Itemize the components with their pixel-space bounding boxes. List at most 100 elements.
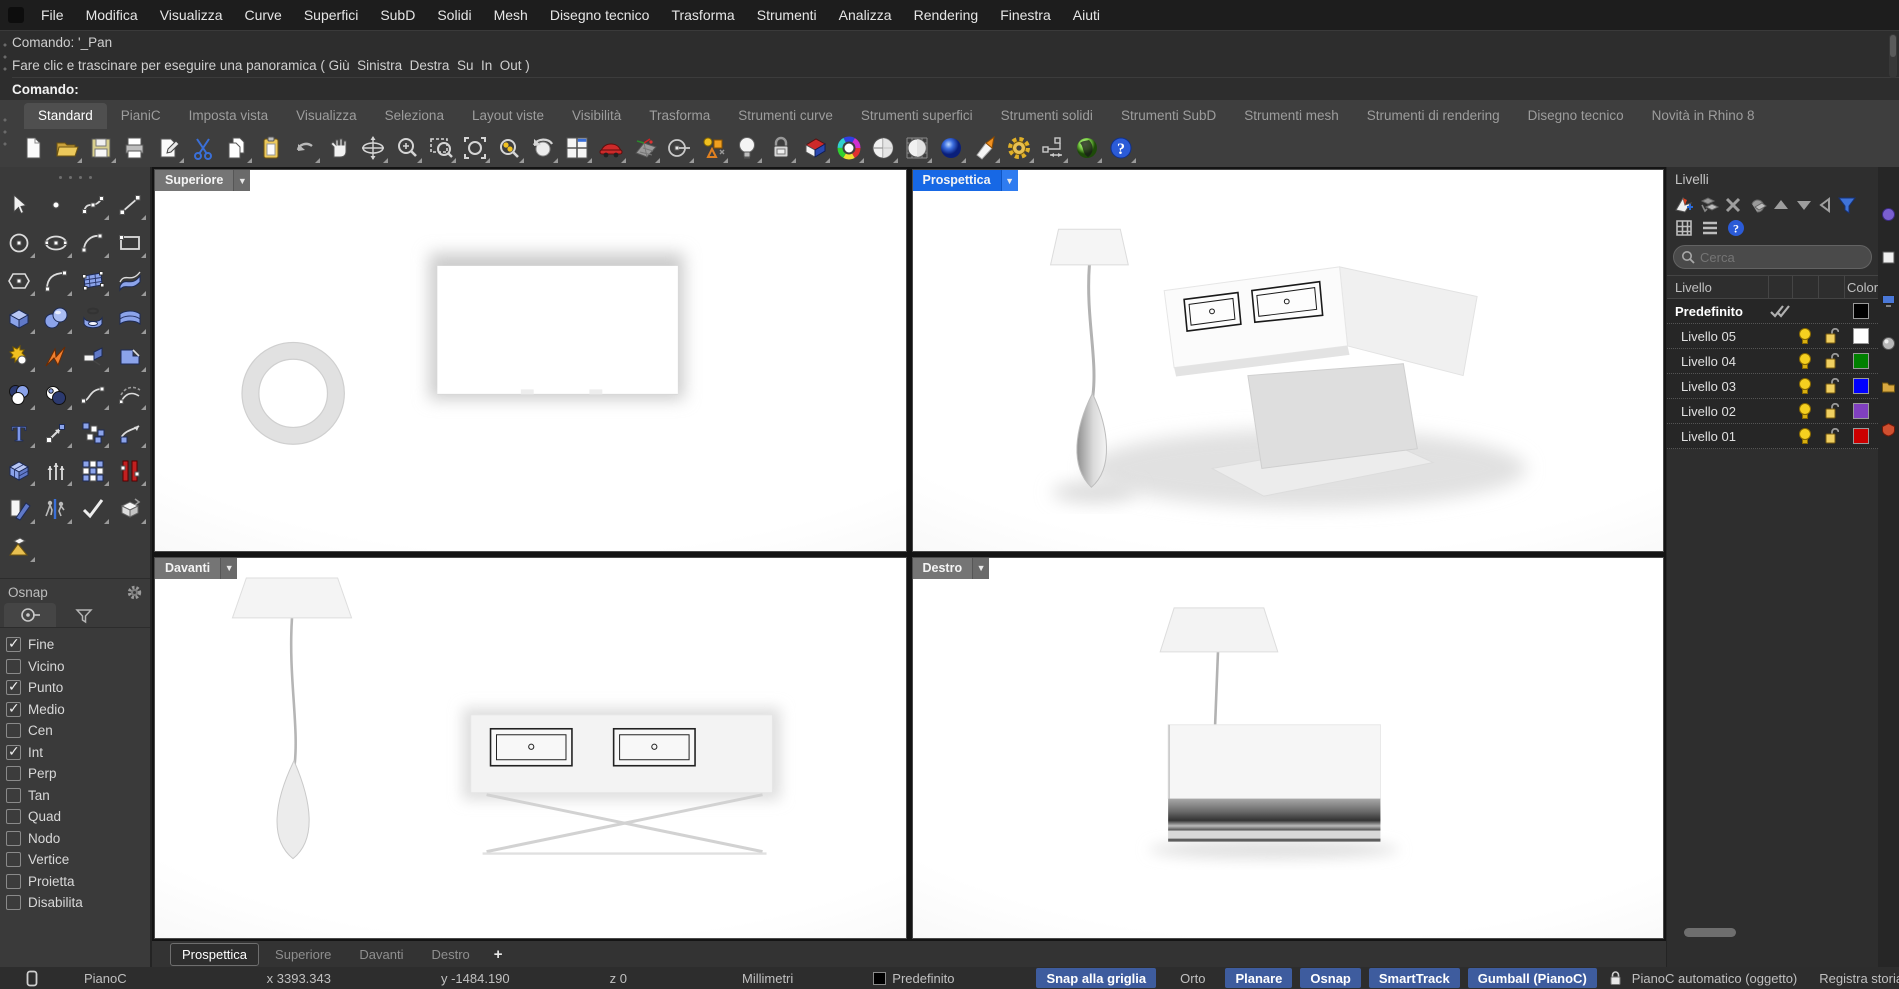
move-up-icon[interactable] <box>1771 195 1791 215</box>
curve-fillet-button[interactable] <box>39 263 74 298</box>
pyramid-button[interactable] <box>2 529 37 564</box>
named-views-button[interactable] <box>594 131 628 165</box>
text-button[interactable]: T <box>2 415 37 450</box>
toggle-osnap[interactable]: Osnap <box>1300 968 1361 988</box>
grid-view-icon[interactable] <box>1675 219 1693 237</box>
extrude-button[interactable] <box>39 453 74 488</box>
zoom-dynamic-button[interactable] <box>390 131 424 165</box>
checkbox[interactable] <box>6 678 21 696</box>
layer-color-swatch[interactable] <box>1853 403 1869 419</box>
point-button[interactable] <box>39 187 74 222</box>
move-down-icon[interactable] <box>1794 195 1814 215</box>
chevron-down-icon[interactable]: ▼ <box>972 557 990 579</box>
status-lock-icon[interactable] <box>1609 970 1622 986</box>
mesh-box-button[interactable] <box>2 453 37 488</box>
rendered-viewport-button[interactable] <box>900 131 934 165</box>
layer-row-livello-02[interactable]: Livello 02 <box>1667 399 1878 424</box>
status-cplane-auto[interactable]: PianoC automatico (oggetto) <box>1632 971 1797 986</box>
vtab-davanti[interactable]: Davanti <box>347 943 415 966</box>
toggle-gumball[interactable]: Gumball (PianoC) <box>1467 968 1597 988</box>
checkbox[interactable] <box>6 700 21 717</box>
search-input[interactable] <box>1673 245 1872 269</box>
layers-scrollbar-thumb[interactable] <box>1684 928 1736 937</box>
tab-standard[interactable]: Standard <box>24 103 107 129</box>
surface-revolve-button[interactable] <box>76 301 111 336</box>
tab-visibilita[interactable]: Visibilità <box>558 103 635 129</box>
tab-strumenti-rendering[interactable]: Strumenti di rendering <box>1353 103 1514 129</box>
polygon-button[interactable] <box>2 263 37 298</box>
cplane-origin-button[interactable] <box>662 131 696 165</box>
menu-mesh[interactable]: Mesh <box>483 2 539 28</box>
curve-blend-button[interactable] <box>76 377 111 412</box>
layer-color-swatch[interactable] <box>1853 378 1869 394</box>
tab-strumenti-superfici[interactable]: Strumenti superfici <box>847 103 987 129</box>
vtab-destro[interactable]: Destro <box>420 943 482 966</box>
tab-strumenti-mesh[interactable]: Strumenti mesh <box>1230 103 1353 129</box>
analyze-surface-button[interactable] <box>113 491 148 526</box>
toggle-planare[interactable]: Planare <box>1225 968 1293 988</box>
lock-objects-button[interactable] <box>764 131 798 165</box>
open-file-button[interactable] <box>50 131 84 165</box>
check-button[interactable] <box>76 491 111 526</box>
layer-row-livello-04[interactable]: Livello 04 <box>1667 349 1878 374</box>
command-history-line-2[interactable]: Fare clic e trascinare per eseguire una … <box>12 54 1899 77</box>
package-manager-button[interactable] <box>1070 131 1104 165</box>
surface-loft-button[interactable] <box>113 301 148 336</box>
selection-filter-button[interactable] <box>696 131 730 165</box>
explode-button[interactable] <box>2 339 37 374</box>
osnap-option-quad[interactable]: Quad <box>6 806 150 828</box>
viewport-davanti[interactable]: Davanti ▼ <box>154 556 907 939</box>
rotate-view-button[interactable] <box>356 131 390 165</box>
boolean-union-button[interactable] <box>2 377 37 412</box>
menu-curve[interactable]: Curve <box>233 2 292 28</box>
viewport-destro[interactable]: Destro ▼ <box>911 556 1664 939</box>
circle-button[interactable] <box>2 225 37 260</box>
ribbon-grip[interactable] <box>3 114 7 150</box>
toggle-snap-griglia[interactable]: Snap alla griglia <box>1036 968 1157 988</box>
viewport-davanti-title[interactable]: Davanti ▼ <box>155 557 238 579</box>
spotlight-button[interactable] <box>968 131 1002 165</box>
layer-color-swatch[interactable] <box>1853 328 1869 344</box>
tab-seleziona[interactable]: Seleziona <box>371 103 458 129</box>
layer-color-swatch[interactable] <box>1853 353 1869 369</box>
osnap-option-nodo[interactable]: Nodo <box>6 828 150 850</box>
orient-button[interactable] <box>113 415 148 450</box>
panel-tab-properties-icon[interactable] <box>1881 207 1896 222</box>
trim-button[interactable] <box>113 339 148 374</box>
rectangle-button[interactable] <box>113 225 148 260</box>
toggle-smarttrack[interactable]: SmartTrack <box>1368 968 1460 988</box>
checkbox[interactable] <box>6 873 21 889</box>
menu-trasforma[interactable]: Trasforma <box>660 2 745 28</box>
osnap-tab-snaps[interactable] <box>4 603 56 627</box>
status-cplane[interactable]: PianoC <box>84 971 127 986</box>
menu-analizza[interactable]: Analizza <box>828 2 903 28</box>
cplane-button[interactable] <box>628 131 662 165</box>
status-device-icon[interactable] <box>26 970 38 987</box>
chevron-down-icon[interactable]: ▼ <box>220 557 238 579</box>
osnap-option-vertice[interactable]: Vertice <box>6 849 150 871</box>
panel-tab-layers-icon[interactable] <box>1881 250 1896 265</box>
menu-subd[interactable]: SubD <box>369 2 426 28</box>
checkbox[interactable] <box>6 766 21 782</box>
sidebar-grip[interactable] <box>0 171 150 183</box>
zoom-selected-button[interactable] <box>492 131 526 165</box>
menu-strumenti[interactable]: Strumenti <box>746 2 828 28</box>
save-button[interactable] <box>84 131 118 165</box>
undo-view-button[interactable] <box>526 131 560 165</box>
tab-layout-viste[interactable]: Layout viste <box>458 103 558 129</box>
osnap-option-tan[interactable]: Tan <box>6 785 150 807</box>
select-button[interactable] <box>2 187 37 222</box>
undo-button[interactable] <box>288 131 322 165</box>
tab-pianic[interactable]: PianiC <box>107 103 175 129</box>
box-button[interactable] <box>2 301 37 336</box>
shaded-viewport-button[interactable] <box>866 131 900 165</box>
cut-button[interactable] <box>186 131 220 165</box>
checkbox[interactable] <box>6 658 21 674</box>
collapse-icon[interactable] <box>1817 195 1833 215</box>
layers-help-icon[interactable]: ? <box>1727 219 1745 237</box>
panel-tab-help-icon[interactable] <box>1881 422 1896 437</box>
checkbox[interactable] <box>6 635 21 653</box>
list-view-icon[interactable] <box>1701 219 1719 237</box>
hide-objects-button[interactable] <box>730 131 764 165</box>
delete-layer-icon[interactable] <box>1723 195 1743 215</box>
